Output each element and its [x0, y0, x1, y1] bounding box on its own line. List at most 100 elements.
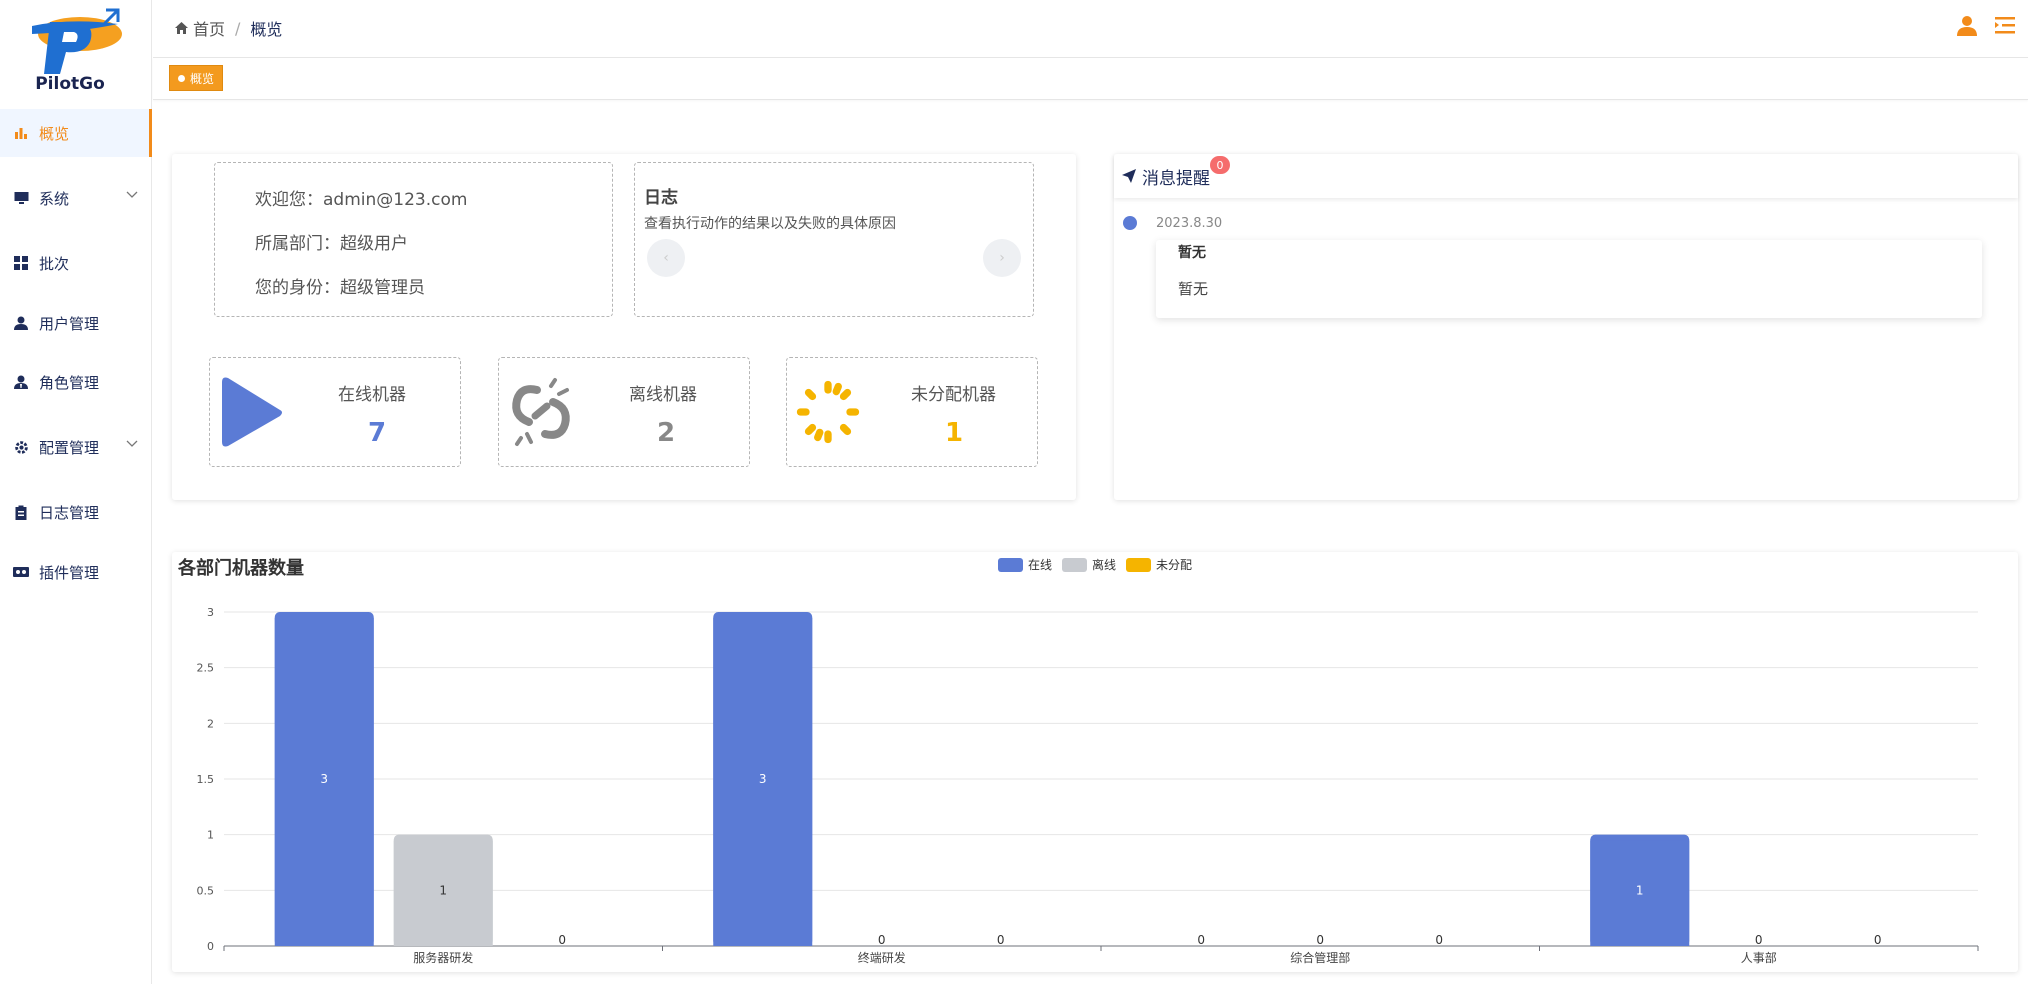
- notice-badge: 0: [1210, 156, 1230, 174]
- welcome-panel: 欢迎您：admin@123.com 所属部门：超级用户 您的身份：超级管理员: [214, 162, 613, 317]
- stat-online[interactable]: 在线机器 7: [209, 357, 461, 467]
- timeline-dot: [1123, 216, 1137, 230]
- data-label: 0: [997, 933, 1005, 947]
- sidebar-item-batch[interactable]: 批次: [0, 239, 152, 287]
- y-tick-label: 1.5: [197, 773, 215, 786]
- carousel-next-button[interactable]: ›: [983, 239, 1021, 277]
- overview-card: 欢迎您：admin@123.com 所属部门：超级用户 您的身份：超级管理员 日…: [172, 154, 1076, 500]
- data-label: 0: [1874, 933, 1882, 947]
- bar-chart: 0 0.5 1 1.5 2 2.5 3 服务器研发 3 1 0 终端研发 3 0 0 综合管理部 0 0 0 人事部 1…: [197, 606, 1979, 965]
- header-actions: [1956, 14, 2016, 36]
- menu-fold-icon[interactable]: [1994, 14, 2016, 36]
- sidebar: PilotGo 概览 系统 批次 用户管理 角色管理 配置管理 日志管理 插件管…: [0, 0, 152, 984]
- legend-item-offline[interactable]: 离线: [1062, 556, 1116, 573]
- notice-card: 消息提醒 0 2023.8.30 暂无 暂无: [1114, 154, 2018, 500]
- log-title: 日志: [644, 188, 678, 208]
- legend-label: 未分配: [1156, 558, 1193, 572]
- legend-swatch: [998, 557, 1023, 572]
- data-label: 1: [439, 883, 447, 897]
- chevron-down-icon[interactable]: [126, 440, 138, 448]
- stat-unassigned[interactable]: 未分配机器 1: [786, 357, 1038, 467]
- sidebar-item-label: 概览: [39, 124, 70, 143]
- tag-dot: [178, 74, 185, 82]
- x-tick-label: 服务器研发: [413, 950, 473, 965]
- legend-item-unassigned[interactable]: 未分配: [1126, 556, 1192, 573]
- legend-swatch: [1062, 557, 1088, 572]
- sidebar-item-config[interactable]: 配置管理: [0, 423, 152, 471]
- data-label: 0: [1435, 933, 1443, 947]
- tag-label: 概览: [190, 71, 215, 86]
- sidebar-item-label: 用户管理: [39, 314, 100, 333]
- chart-title: 各部门机器数量: [178, 558, 304, 579]
- grid-icon: [13, 255, 29, 271]
- stat-unassigned-label: 未分配机器: [911, 385, 996, 405]
- breadcrumb-home[interactable]: 首页: [193, 16, 225, 40]
- loading-spinner-icon: [796, 380, 860, 444]
- y-tick-label: 2.5: [197, 662, 215, 675]
- broken-link-icon: [512, 378, 570, 446]
- sidebar-item-logs[interactable]: 日志管理: [0, 488, 152, 536]
- user-avatar-icon[interactable]: [1956, 14, 1978, 36]
- legend-label: 离线: [1092, 558, 1117, 572]
- sidebar-item-label: 日志管理: [39, 503, 100, 522]
- sidebar-item-label: 配置管理: [39, 438, 100, 457]
- clipboard-icon: [13, 504, 29, 520]
- top-header: 首页 / 概览: [153, 0, 2028, 58]
- data-label: 0: [1197, 933, 1205, 947]
- x-tick-label: 终端研发: [858, 950, 906, 965]
- log-carousel: 日志 查看执行动作的结果以及失败的具体原因 ‹ ›: [634, 162, 1034, 317]
- carousel-prev-button[interactable]: ‹: [647, 239, 685, 277]
- breadcrumb: 首页 / 概览: [175, 16, 282, 40]
- sidebar-item-system[interactable]: 系统: [0, 174, 152, 222]
- welcome-role: 您的身份：超级管理员: [255, 278, 425, 298]
- sidebar-item-label: 系统: [39, 189, 70, 208]
- x-tick-label: 人事部: [1741, 950, 1777, 965]
- tags-bar: 概览: [153, 58, 2028, 100]
- data-label: 0: [558, 933, 566, 947]
- play-icon: [222, 377, 282, 447]
- user-icon: [13, 315, 29, 331]
- timeline-card-title: 暂无: [1178, 245, 1206, 261]
- sidebar-item-roles[interactable]: 角色管理: [0, 358, 152, 406]
- y-tick-label: 0: [207, 940, 214, 953]
- sidebar-item-label: 插件管理: [39, 563, 100, 582]
- stat-offline[interactable]: 离线机器 2: [498, 357, 750, 467]
- welcome-user: 欢迎您：admin@123.com: [255, 190, 468, 210]
- y-tick-label: 3: [207, 606, 214, 619]
- sidebar-item-users[interactable]: 用户管理: [0, 299, 152, 347]
- timeline-date: 2023.8.30: [1156, 216, 1223, 231]
- chevron-down-icon[interactable]: [126, 191, 138, 199]
- notice-header: 消息提醒 0: [1114, 154, 2018, 198]
- data-label: 0: [878, 933, 886, 947]
- app-name: PilotGo: [35, 74, 105, 94]
- stat-online-label: 在线机器: [338, 385, 406, 405]
- stat-offline-value: 2: [657, 418, 676, 448]
- timeline-card-body: 暂无: [1178, 280, 1209, 298]
- chevron-left-icon: ‹: [663, 250, 669, 266]
- data-label: 0: [1316, 933, 1324, 947]
- sidebar-item-overview[interactable]: 概览: [0, 109, 152, 157]
- bar-chart-icon: [13, 125, 29, 141]
- send-icon: [1122, 169, 1136, 183]
- stat-unassigned-value: 1: [945, 418, 964, 448]
- data-label: 3: [320, 772, 328, 786]
- legend-label: 在线: [1028, 558, 1053, 572]
- tag-overview[interactable]: 概览: [169, 65, 224, 91]
- role-icon: [13, 374, 29, 390]
- notice-title[interactable]: 消息提醒: [1142, 164, 1210, 189]
- legend-item-online[interactable]: 在线: [998, 556, 1052, 573]
- timeline-card: 暂无 暂无: [1156, 240, 1982, 318]
- data-label: 3: [759, 772, 767, 786]
- sidebar-item-label: 批次: [39, 254, 70, 273]
- breadcrumb-separator: /: [235, 18, 241, 38]
- x-tick-label: 综合管理部: [1290, 950, 1350, 965]
- y-tick-label: 2: [207, 717, 214, 730]
- logo-graphic: [32, 8, 122, 74]
- data-label: 1: [1636, 883, 1644, 897]
- welcome-department: 所属部门：超级用户: [255, 234, 408, 254]
- chart-legend: 在线 离线 未分配: [998, 556, 1192, 573]
- data-label: 0: [1755, 933, 1763, 947]
- legend-swatch: [1126, 557, 1152, 572]
- sidebar-item-plugins[interactable]: 插件管理: [0, 548, 152, 596]
- stat-online-value: 7: [368, 418, 387, 448]
